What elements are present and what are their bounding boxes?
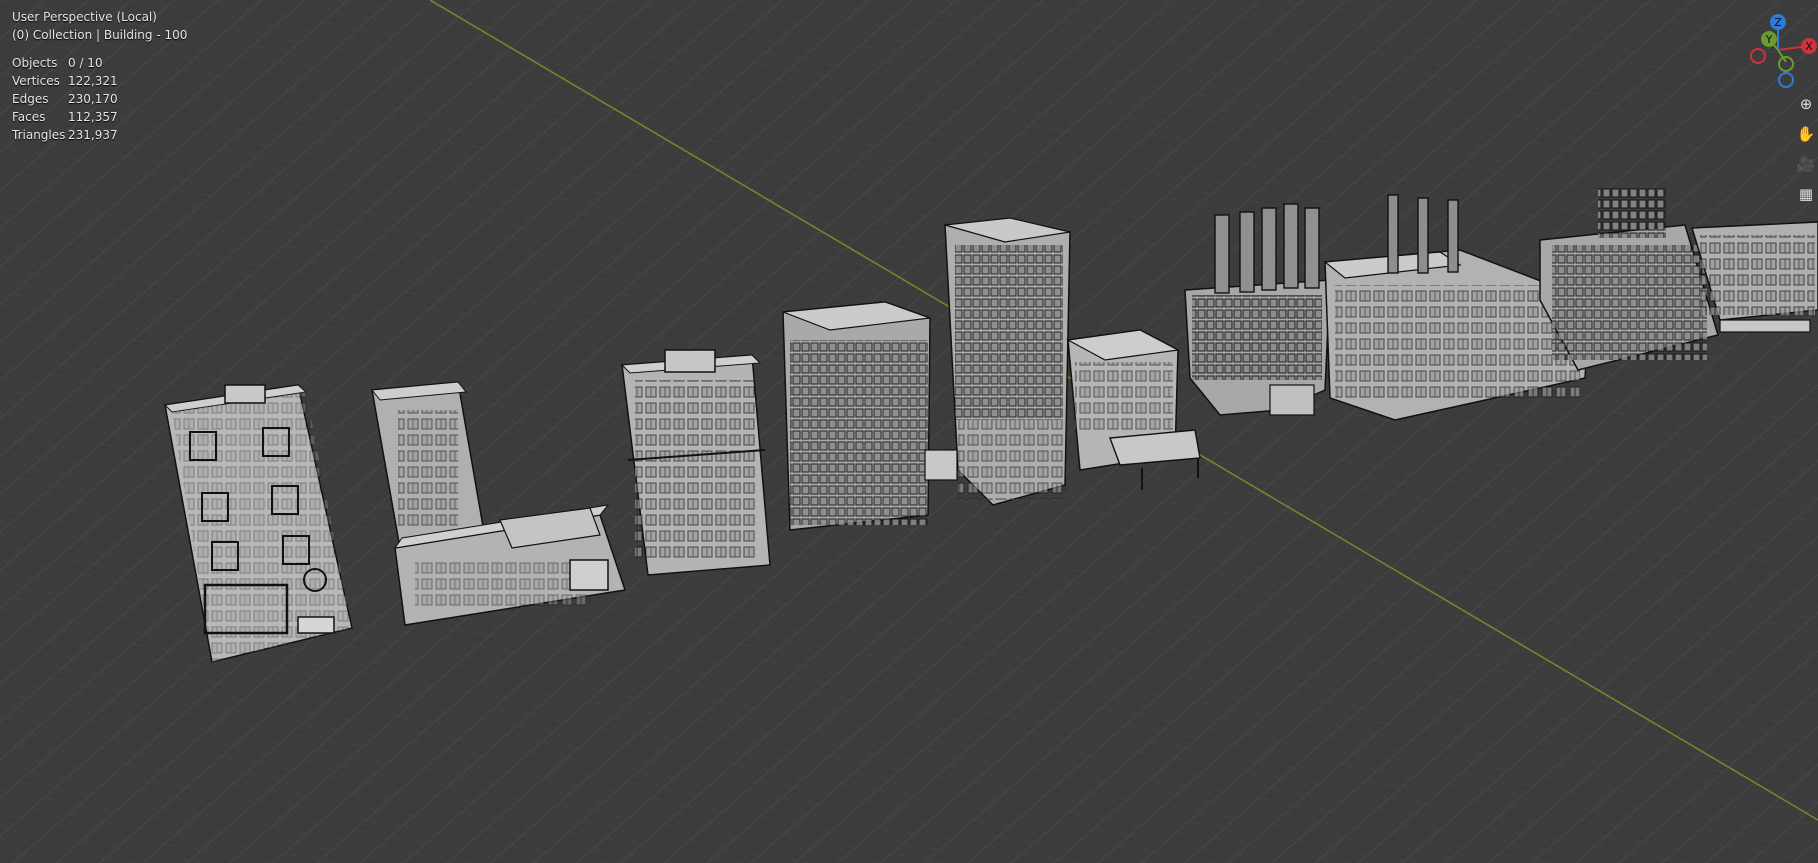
stat-row-faces: Faces 112,357 [12,108,118,126]
pan-hand-icon: ✋ [1796,125,1816,143]
stat-label: Faces [12,110,46,124]
stat-label: Objects [12,56,58,70]
stat-value: 230,170 [68,92,118,106]
zoom-icon: ⊕ [1799,95,1813,113]
stat-row-objects: Objects 0 / 10 [12,54,118,72]
x-axis-handle[interactable]: X [1801,38,1817,54]
stat-label: Vertices [12,74,60,88]
collection-info: (0) Collection | Building - 100 [12,28,188,42]
stat-value: 0 / 10 [68,56,103,70]
z-axis-label: Z [1774,16,1782,29]
stat-value: 112,357 [68,110,118,124]
neg-z-axis-handle[interactable] [1778,72,1794,88]
neg-y-axis-handle[interactable] [1778,56,1794,72]
building-4[interactable] [782,301,931,531]
x-axis-label: X [1805,40,1813,53]
viewport-scene[interactable] [0,0,1818,863]
perspective-toggle-button[interactable]: ▦ [1794,182,1818,206]
building-3[interactable] [620,349,771,576]
z-axis-handle[interactable]: Z [1770,14,1786,30]
camera-icon: 🎥 [1796,155,1816,173]
stat-row-vertices: Vertices 122,321 [12,72,118,90]
stat-row-triangles: Triangles 231,937 [12,126,118,144]
y-axis-handle[interactable]: Y [1761,31,1777,47]
stat-value: 122,321 [68,74,118,88]
camera-view-button[interactable]: 🎥 [1794,152,1818,176]
view-name: User Perspective (Local) [12,10,157,24]
stat-label: Triangles [12,128,66,142]
perspective-grid-icon: ▦ [1798,185,1814,203]
scene-statistics: Objects 0 / 10 Vertices 122,321 Edges 23… [12,54,118,144]
stat-value: 231,937 [68,128,118,142]
navigation-gizmo[interactable]: Z Y X [1738,8,1818,94]
neg-x-axis-handle[interactable] [1750,48,1766,64]
3d-viewport[interactable]: User Perspective (Local) (0) Collection … [0,0,1818,863]
stat-label: Edges [12,92,49,106]
stat-row-edges: Edges 230,170 [12,90,118,108]
view-info: User Perspective (Local) (0) Collection … [12,8,187,44]
zoom-button[interactable]: ⊕ [1794,92,1818,116]
y-axis-label: Y [1765,33,1773,46]
pan-button[interactable]: ✋ [1794,122,1818,146]
